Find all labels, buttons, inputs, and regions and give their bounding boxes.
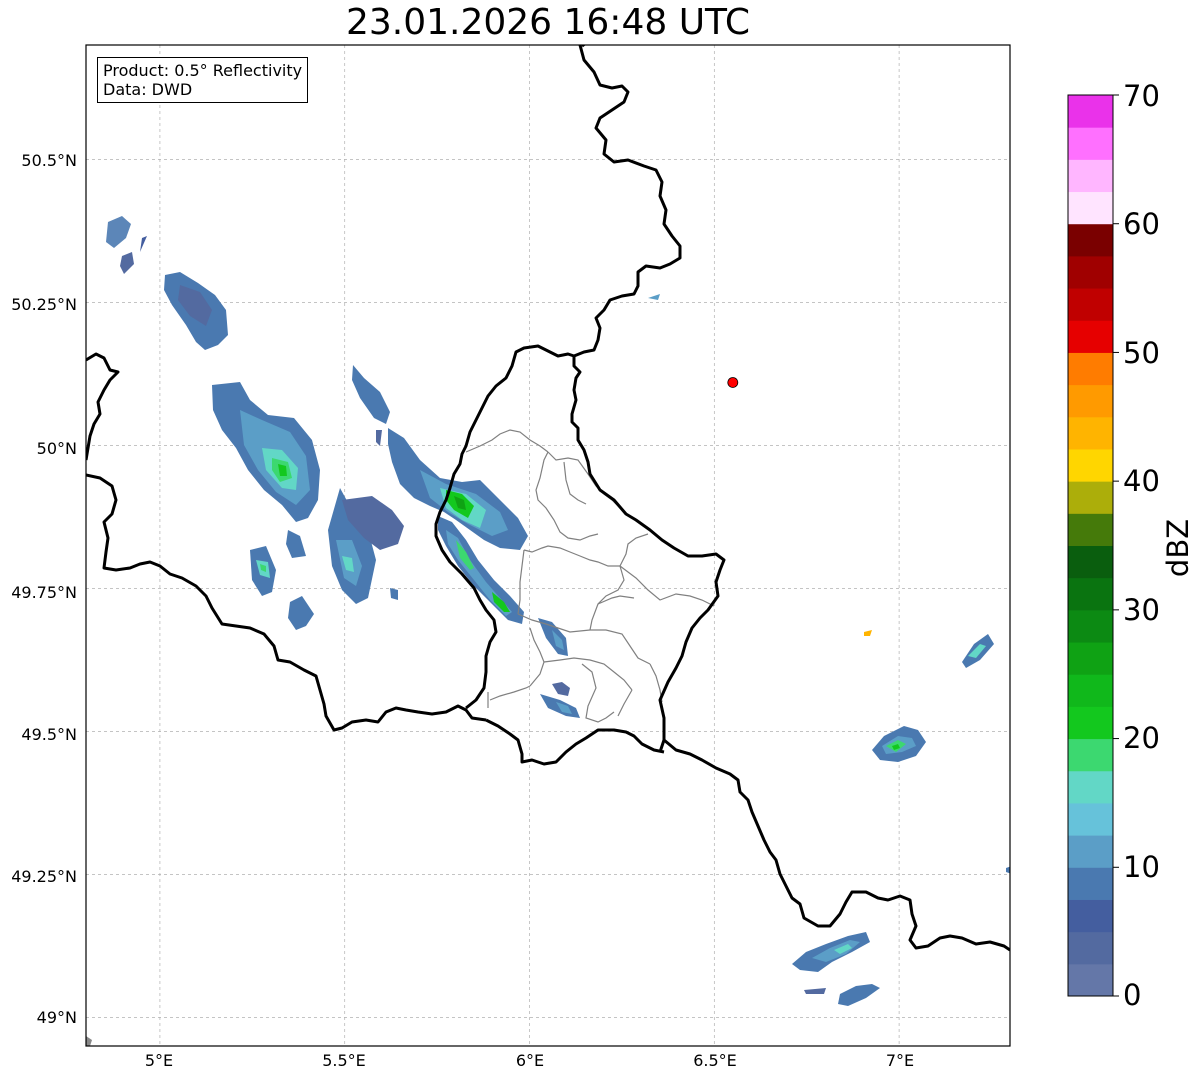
- colorbar-tick-label: 40: [1123, 464, 1160, 498]
- colorbar-segment: [1068, 384, 1113, 418]
- colorbar-segment: [1068, 448, 1113, 482]
- colorbar-segment: [1068, 577, 1113, 611]
- colorbar-title: dBZ: [1161, 518, 1195, 578]
- colorbar-segment: [1068, 802, 1113, 836]
- colorbar-tick-label: 10: [1123, 850, 1160, 884]
- colorbar-segment: [1068, 770, 1113, 804]
- colorbar-segment: [1068, 738, 1113, 772]
- lon-tick-label: 6°E: [515, 1051, 545, 1070]
- product-label: Product: 0.5° Reflectivity: [103, 61, 303, 80]
- lat-tick-label: 50°N: [36, 439, 77, 458]
- lon-tick-label: 7°E: [885, 1051, 915, 1070]
- colorbar-segment: [1068, 931, 1113, 965]
- colorbar-segment: [1068, 255, 1113, 289]
- colorbar-tick-label: 20: [1123, 721, 1160, 755]
- colorbar-tick-label: 0: [1123, 978, 1142, 1012]
- lon-tick-label: 6.5°E: [693, 1051, 737, 1070]
- radar-map: [85, 44, 1119, 1047]
- colorbar-segment: [1068, 127, 1113, 160]
- colorbar-segment: [1068, 320, 1113, 353]
- lat-tick-label: 49°N: [36, 1008, 77, 1027]
- product-info-box: Product: 0.5° Reflectivity Data: DWD: [97, 57, 309, 103]
- colorbar-segment: [1068, 835, 1113, 868]
- colorbar-segment: [1068, 674, 1113, 707]
- lon-tick-label: 5.5°E: [322, 1051, 366, 1070]
- colorbar-segment: [1068, 642, 1113, 675]
- location-marker: [727, 377, 739, 388]
- lat-tick-label: 49.25°N: [11, 867, 77, 886]
- colorbar-segment: [1068, 191, 1113, 225]
- lat-tick-label: 49.75°N: [11, 583, 77, 602]
- colorbar-segment: [1068, 899, 1113, 933]
- colorbar-segment: [1068, 867, 1113, 900]
- lat-tick-label: 49.5°N: [21, 725, 77, 744]
- colorbar-segment: [1068, 223, 1113, 257]
- colorbar-segment: [1068, 545, 1113, 579]
- colorbar-segment: [1068, 706, 1113, 740]
- colorbar-segment: [1068, 288, 1113, 321]
- colorbar-segment: [1068, 352, 1113, 386]
- colorbar-tick-label: 60: [1123, 207, 1160, 241]
- colorbar: [1068, 95, 1113, 997]
- colorbar-segment: [1068, 95, 1113, 128]
- lat-tick-label: 50.25°N: [11, 295, 77, 314]
- colorbar-segment: [1068, 963, 1113, 997]
- colorbar-segment: [1068, 159, 1113, 193]
- colorbar-tick-label: 50: [1123, 336, 1160, 370]
- data-source-label: Data: DWD: [103, 80, 193, 99]
- colorbar-segment: [1068, 513, 1113, 546]
- colorbar-tick-label: 70: [1123, 79, 1160, 113]
- colorbar-segment: [1068, 416, 1113, 450]
- colorbar-segment: [1068, 609, 1113, 643]
- colorbar-tick-label: 30: [1123, 593, 1160, 627]
- lon-tick-label: 5°E: [144, 1051, 174, 1070]
- lat-tick-label: 50.5°N: [21, 151, 77, 170]
- colorbar-ticks: [1113, 94, 1119, 997]
- colorbar-segment: [1068, 481, 1113, 514]
